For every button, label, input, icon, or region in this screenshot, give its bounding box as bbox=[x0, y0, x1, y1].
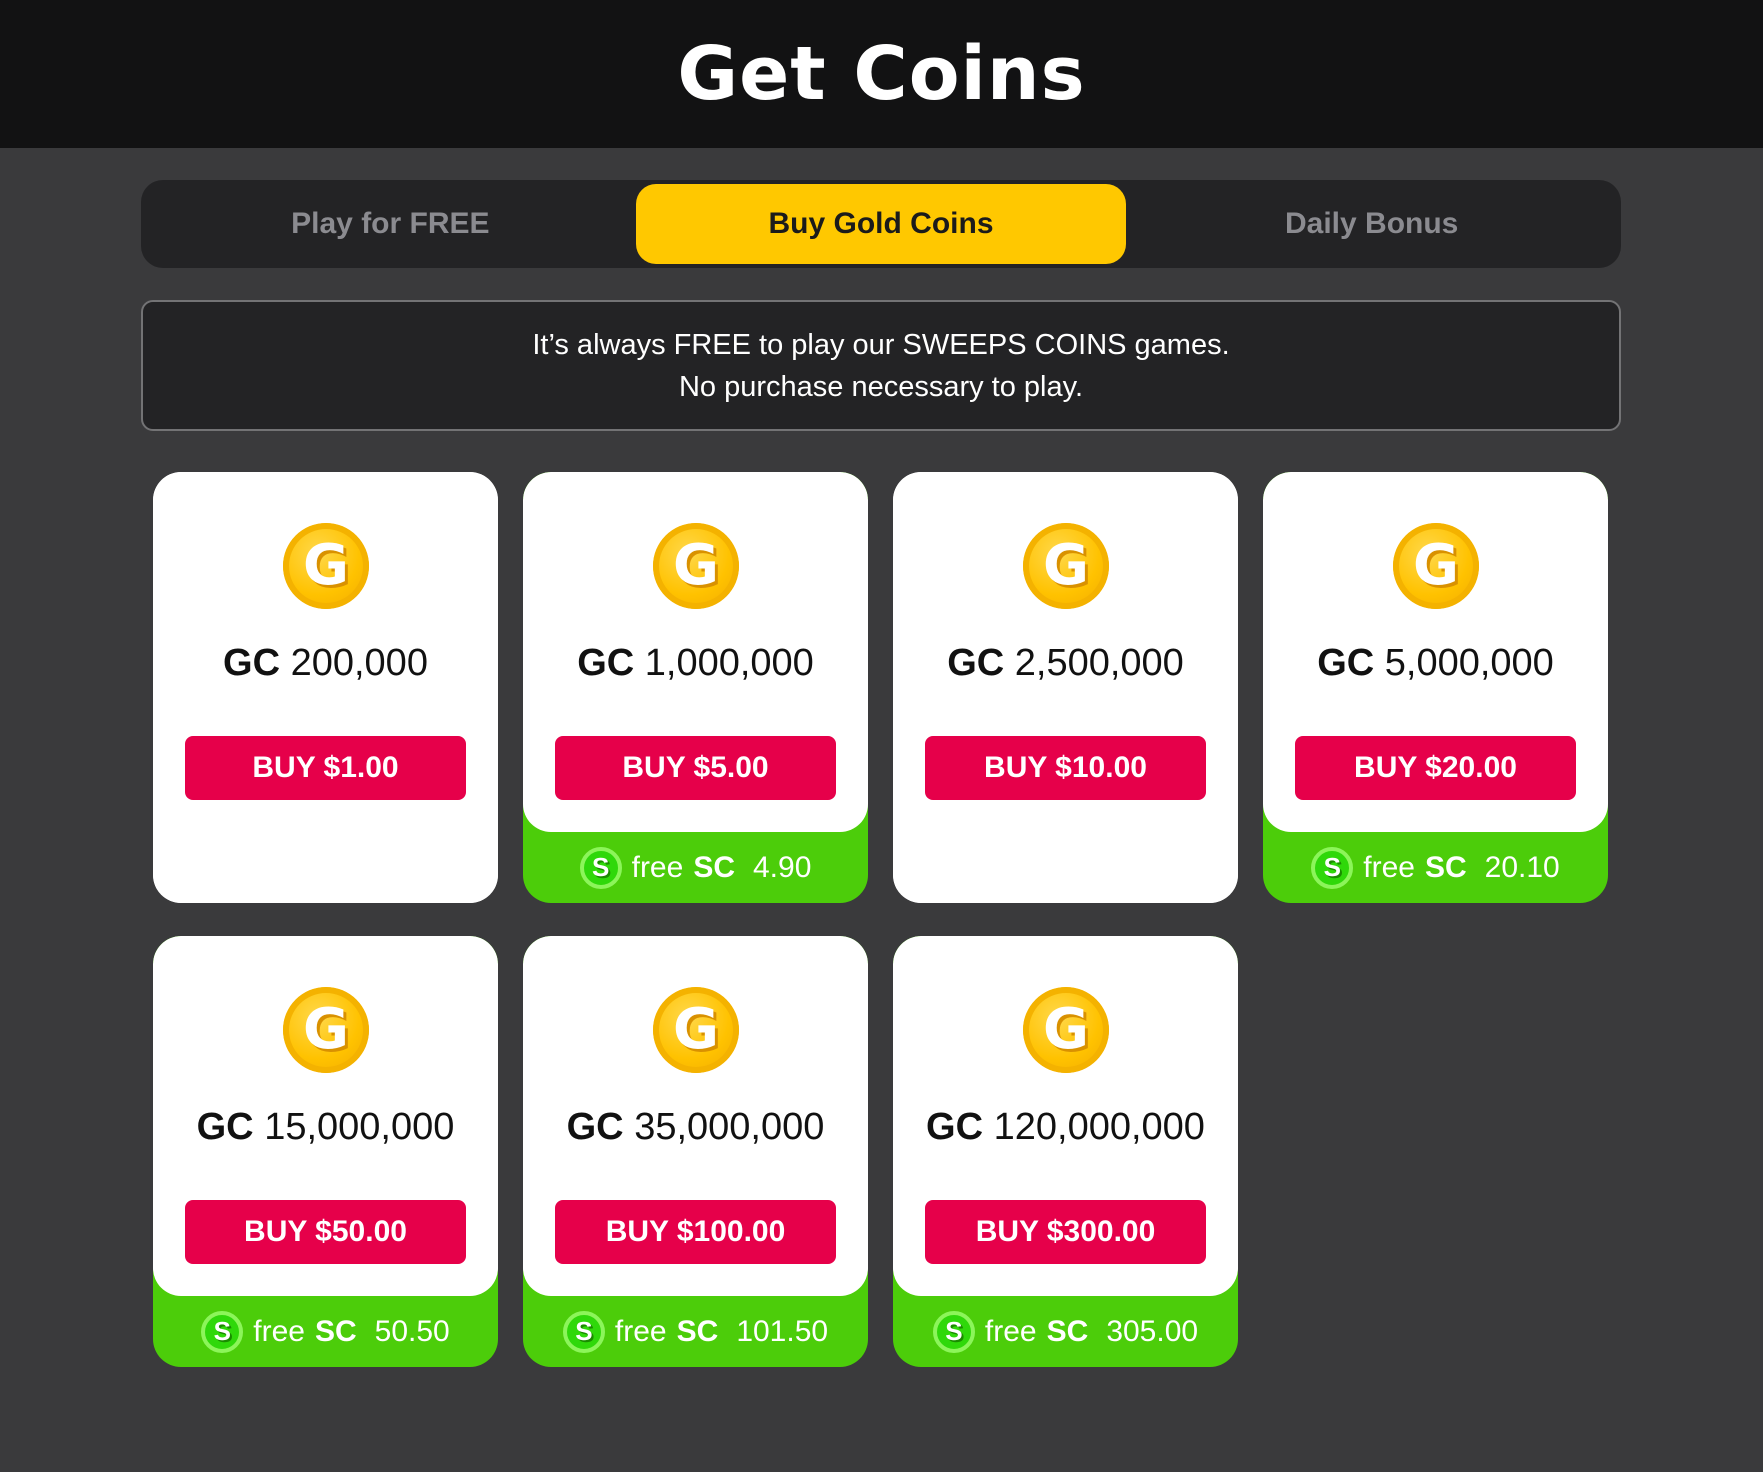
gold-coin-icon: G bbox=[653, 523, 739, 609]
free-currency: SC bbox=[693, 850, 735, 884]
package-amount-value: 1,000,000 bbox=[644, 642, 814, 684]
package-amount-value: 200,000 bbox=[290, 642, 428, 684]
tab-play-for-free[interactable]: Play for FREE bbox=[145, 184, 636, 264]
gold-coin-letter: G bbox=[673, 533, 719, 598]
buy-button[interactable]: BUY $20.00 bbox=[1295, 736, 1576, 800]
page-header: Get Coins bbox=[0, 0, 1763, 148]
tab-daily-bonus[interactable]: Daily Bonus bbox=[1126, 184, 1617, 264]
buy-button[interactable]: BUY $10.00 bbox=[925, 736, 1206, 800]
gold-coin-letter: G bbox=[303, 533, 349, 598]
package-amount: GC 1,000,000 bbox=[523, 642, 868, 685]
gold-coin-letter: G bbox=[1413, 533, 1459, 598]
package-currency: GC bbox=[566, 1106, 624, 1148]
gold-coin-icon: G bbox=[283, 987, 369, 1073]
package-card-body: G GC 35,000,000 BUY $100.00 bbox=[523, 936, 868, 1296]
package-currency: GC bbox=[577, 642, 635, 684]
package-card: G GC 5,000,000 BUY $20.00 S free SC 20.10 bbox=[1263, 472, 1608, 903]
free-currency: SC bbox=[1046, 1314, 1089, 1348]
free-label: free bbox=[614, 1314, 667, 1348]
package-card-body: G GC 5,000,000 BUY $20.00 bbox=[1263, 472, 1608, 832]
gold-coin-icon: G bbox=[1023, 987, 1109, 1073]
sweeps-coin-letter: S bbox=[945, 1316, 963, 1346]
buy-button[interactable]: BUY $1.00 bbox=[185, 736, 466, 800]
package-card-body: G GC 200,000 BUY $1.00 bbox=[153, 472, 498, 903]
package-amount-value: 15,000,000 bbox=[264, 1106, 455, 1148]
tab-bar: Play for FREE Buy Gold Coins Daily Bonus bbox=[141, 180, 1621, 268]
package-card-body: G GC 120,000,000 BUY $300.00 bbox=[893, 936, 1238, 1296]
package-amount: GC 15,000,000 bbox=[153, 1106, 498, 1149]
free-currency: SC bbox=[314, 1314, 357, 1348]
package-currency: GC bbox=[926, 1106, 984, 1148]
gold-coin-icon: G bbox=[653, 987, 739, 1073]
sweeps-coin-icon: S bbox=[201, 1310, 244, 1353]
free-sc-bonus: S free SC 4.90 bbox=[523, 832, 868, 903]
notice-line-2: No purchase necessary to play. bbox=[678, 370, 1084, 403]
sweeps-coin-icon: S bbox=[1311, 846, 1354, 889]
sweeps-coin-letter: S bbox=[1323, 852, 1341, 882]
free-amount: 305.00 bbox=[1106, 1314, 1199, 1348]
package-grid: G GC 200,000 BUY $1.00 G GC 1,000,000 BU… bbox=[153, 472, 1613, 1367]
free-label: free bbox=[984, 1314, 1037, 1348]
sweeps-coin-letter: S bbox=[591, 852, 610, 882]
free-sc-bonus: S free SC 20.10 bbox=[1263, 832, 1608, 903]
sweeps-coin-letter: S bbox=[213, 1316, 231, 1346]
free-label: free bbox=[253, 1314, 305, 1348]
package-currency: GC bbox=[223, 642, 281, 684]
package-amount: GC 200,000 bbox=[153, 642, 498, 685]
sweeps-coin-letter: S bbox=[575, 1316, 593, 1346]
free-sc-bonus: S free SC 50.50 bbox=[153, 1296, 498, 1367]
free-label: free bbox=[631, 850, 684, 884]
package-amount-value: 2,500,000 bbox=[1014, 642, 1184, 684]
package-card: G GC 1,000,000 BUY $5.00 S free SC 4.90 bbox=[523, 472, 868, 903]
sweeps-coin-icon: S bbox=[932, 1310, 975, 1353]
package-amount: GC 5,000,000 bbox=[1263, 642, 1608, 685]
package-amount: GC 35,000,000 bbox=[523, 1106, 868, 1149]
free-label: free bbox=[1363, 850, 1415, 884]
package-card: G GC 35,000,000 BUY $100.00 S free SC 101.… bbox=[523, 936, 868, 1367]
package-currency: GC bbox=[196, 1106, 254, 1148]
package-card: G GC 120,000,000 BUY $300.00 S free SC 305… bbox=[893, 936, 1238, 1367]
package-card: G GC 200,000 BUY $1.00 bbox=[153, 472, 498, 903]
package-amount-value: 35,000,000 bbox=[634, 1106, 825, 1148]
free-amount: 4.90 bbox=[753, 850, 812, 884]
tab-buy-gold-coins[interactable]: Buy Gold Coins bbox=[635, 184, 1127, 264]
package-amount: GC 2,500,000 bbox=[893, 642, 1238, 685]
buy-button[interactable]: BUY $5.00 bbox=[555, 736, 836, 800]
sweeps-coin-icon: S bbox=[562, 1310, 605, 1353]
free-amount: 101.50 bbox=[736, 1314, 829, 1348]
package-card-body: G GC 15,000,000 BUY $50.00 bbox=[153, 936, 498, 1296]
free-currency: SC bbox=[676, 1314, 719, 1348]
gold-coin-letter: G bbox=[1043, 533, 1089, 598]
package-card: G GC 2,500,000 BUY $10.00 bbox=[893, 472, 1238, 903]
free-currency: SC bbox=[1424, 850, 1467, 884]
free-sc-bonus: S free SC 101.50 bbox=[523, 1296, 868, 1367]
gold-coin-icon: G bbox=[283, 523, 369, 609]
package-card-body: G GC 2,500,000 BUY $10.00 bbox=[893, 472, 1238, 903]
notice-line-1: It’s always FREE to play our SWEEPS COIN… bbox=[532, 328, 1230, 361]
package-amount-value: 5,000,000 bbox=[1384, 642, 1554, 684]
package-amount: GC 120,000,000 bbox=[893, 1106, 1238, 1149]
package-card-body: G GC 1,000,000 BUY $5.00 bbox=[523, 472, 868, 832]
package-currency: GC bbox=[947, 642, 1005, 684]
free-amount: 20.10 bbox=[1484, 850, 1560, 884]
buy-button[interactable]: BUY $50.00 bbox=[185, 1200, 466, 1264]
free-sc-bonus: S free SC 305.00 bbox=[893, 1296, 1238, 1367]
free-play-notice: It’s always FREE to play our SWEEPS COIN… bbox=[141, 300, 1621, 431]
gold-coin-icon: G bbox=[1393, 523, 1479, 609]
gold-coin-letter: G bbox=[673, 997, 719, 1062]
package-amount-value: 120,000,000 bbox=[993, 1106, 1205, 1148]
gold-coin-letter: G bbox=[1043, 997, 1089, 1062]
sweeps-coin-icon: S bbox=[579, 846, 622, 889]
buy-button[interactable]: BUY $100.00 bbox=[555, 1200, 836, 1264]
package-card: G GC 15,000,000 BUY $50.00 S free SC 50.50 bbox=[153, 936, 498, 1367]
page-title: Get Coins bbox=[677, 31, 1086, 117]
gold-coin-letter: G bbox=[303, 997, 349, 1062]
package-currency: GC bbox=[1317, 642, 1375, 684]
gold-coin-icon: G bbox=[1023, 523, 1109, 609]
free-amount: 50.50 bbox=[374, 1314, 450, 1348]
buy-button[interactable]: BUY $300.00 bbox=[925, 1200, 1206, 1264]
